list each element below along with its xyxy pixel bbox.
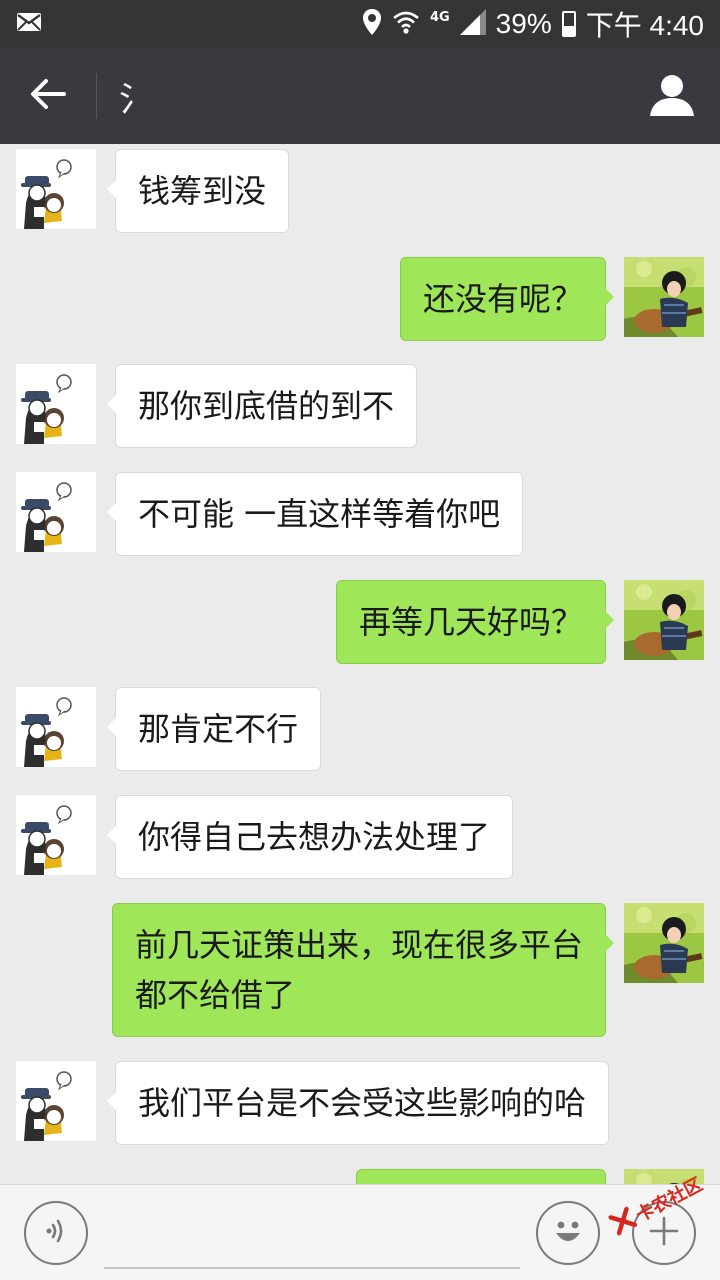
- header-divider: [96, 73, 97, 119]
- message-list[interactable]: 钱筹到没 还没有呢？ 那你到底借的到不 不可能 一直这样等着你吧 再等几天好吗？…: [0, 144, 720, 1184]
- wifi-icon: [392, 9, 420, 39]
- girl-with-guitar-avatar-image: [624, 903, 704, 983]
- chat-info-button[interactable]: [624, 48, 720, 144]
- sent-message-bubble[interactable]: 还没有呢？: [399, 257, 615, 341]
- received-message-bubble[interactable]: 你得自己去想办法处理了: [106, 795, 514, 879]
- contact-avatar[interactable]: [16, 795, 96, 875]
- cartoon-couple-avatar-image: [16, 149, 96, 229]
- received-message-bubble[interactable]: 我们平台是不会受这些影响的哈: [106, 1061, 610, 1145]
- emoji-button[interactable]: [536, 1201, 600, 1265]
- girl-with-guitar-avatar-image: [624, 257, 704, 337]
- sent-message-bubble[interactable]: 前几天证策出来，现在很多平台 都不给借了: [111, 903, 615, 1037]
- voice-input-button[interactable]: [24, 1201, 88, 1265]
- received-message-bubble[interactable]: 钱筹到没: [106, 149, 290, 233]
- network-type: 4G: [429, 9, 450, 25]
- cartoon-couple-avatar-image: [16, 795, 96, 875]
- contact-avatar[interactable]: [16, 472, 96, 552]
- my-avatar[interactable]: [624, 257, 704, 337]
- chat-title: 氵: [119, 79, 153, 120]
- my-avatar[interactable]: [624, 903, 704, 983]
- status-bar: 4G 39% 下午 4:40: [0, 0, 720, 48]
- received-message-bubble[interactable]: 那你到底借的到不: [106, 364, 418, 448]
- cartoon-couple-avatar-image: [16, 1061, 96, 1141]
- watermark-text: 卡农社区: [632, 1174, 707, 1227]
- cartoon-couple-avatar-image: [16, 472, 96, 552]
- arrow-left-icon: [30, 78, 66, 114]
- chat-header: 氵: [0, 48, 720, 144]
- contact-avatar[interactable]: [16, 1061, 96, 1141]
- contact-avatar[interactable]: [16, 687, 96, 767]
- back-button[interactable]: [0, 48, 96, 144]
- my-avatar[interactable]: [624, 580, 704, 660]
- cartoon-couple-avatar-image: [16, 687, 96, 767]
- clock: 下午 4:40: [585, 10, 704, 41]
- person-icon: [650, 72, 694, 120]
- signal-icon: [459, 9, 486, 39]
- battery-level: [563, 26, 574, 35]
- voice-icon: [41, 1216, 71, 1250]
- received-message-bubble[interactable]: 不可能 一直这样等着你吧: [106, 472, 524, 556]
- sent-message-bubble[interactable]: 再等几天好吗？: [335, 580, 615, 664]
- battery-icon: [561, 11, 576, 37]
- mail-icon: [16, 12, 42, 36]
- contact-avatar[interactable]: [16, 364, 96, 444]
- smiley-icon: [548, 1211, 588, 1255]
- contact-avatar[interactable]: [16, 149, 96, 229]
- battery-percent: 39%: [495, 8, 552, 39]
- location-icon: [362, 8, 382, 40]
- received-message-bubble[interactable]: 那肯定不行: [106, 687, 322, 771]
- girl-with-guitar-avatar-image: [624, 580, 704, 660]
- cartoon-couple-avatar-image: [16, 364, 96, 444]
- message-input[interactable]: [104, 1195, 520, 1269]
- sent-message-bubble[interactable]: [356, 1169, 606, 1184]
